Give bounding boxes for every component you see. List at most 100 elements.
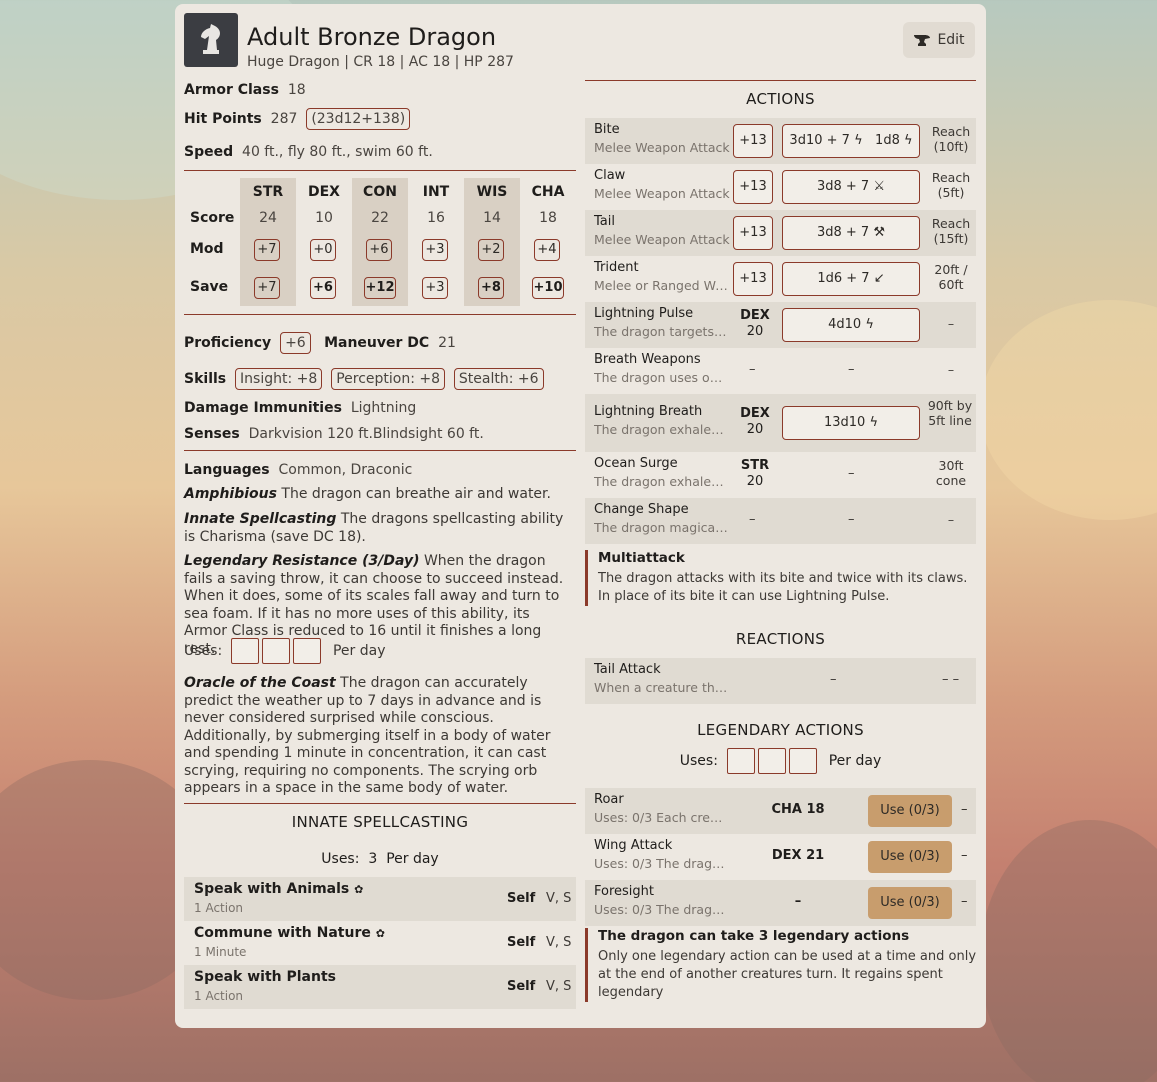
action-description: Melee Weapon Attack <box>594 232 730 247</box>
spell-row[interactable]: Commune with Nature ✿ 1 Minute Self V, S <box>184 921 576 965</box>
ability-mod-button[interactable]: +3 <box>422 239 448 261</box>
action-row[interactable]: Lightning Pulse The dragon targets one c… <box>585 302 976 348</box>
action-name: Lightning Pulse <box>594 306 694 321</box>
senses-label: Senses <box>184 426 240 442</box>
action-row[interactable]: Change Shape The dragon magically polymo… <box>585 498 976 544</box>
action-row[interactable]: Lightning Breath The dragon exhales ligh… <box>585 394 976 452</box>
lightning-icon: ϟ <box>854 133 863 148</box>
reaction-row[interactable]: Tail Attack When a creature the dragon c… <box>585 658 976 704</box>
attack-roll-button[interactable]: +13 <box>733 124 773 158</box>
damage-roll-button[interactable]: 13d10 ϟ <box>782 406 920 440</box>
legendary-action-name: Wing Attack <box>594 838 673 853</box>
trait-text: The dragon can accurately predict the we… <box>184 675 551 796</box>
armor-class-row: Armor Class 18 <box>184 82 306 98</box>
reaction-name: Tail Attack <box>594 662 661 677</box>
action-name: Trident <box>594 260 639 275</box>
skill-perception-button[interactable]: Perception: +8 <box>331 368 446 390</box>
legendary-action-row[interactable]: Foresight Uses: 0/3 The dragon focuses –… <box>585 880 976 926</box>
edit-label: Edit <box>937 32 965 48</box>
legendary-action-name: Foresight <box>594 884 654 899</box>
legendary-action-row[interactable]: Wing Attack Uses: 0/3 The dragon beats D… <box>585 834 976 880</box>
proficiency-label: Proficiency <box>184 335 272 351</box>
use-checkbox[interactable] <box>788 748 817 774</box>
ability-save-button[interactable]: +8 <box>478 277 504 299</box>
multiattack-title: Multiattack <box>598 550 685 566</box>
action-description: The dragon magically polymorphs <box>594 520 730 535</box>
multiattack-note: Multiattack The dragon attacks with its … <box>585 550 976 606</box>
spell-name-label: Speak with Animals <box>194 881 350 897</box>
languages-row: Languages Common, Draconic <box>184 462 412 478</box>
use-checkbox[interactable] <box>231 638 260 664</box>
action-row[interactable]: Trident Melee or Ranged Weapon Attack +1… <box>585 256 976 302</box>
action-row[interactable]: Tail Melee Weapon Attack +13 3d8 + 7 ⚒ R… <box>585 210 976 256</box>
damage-immunities-label: Damage Immunities <box>184 400 342 416</box>
use-checkbox[interactable] <box>726 748 755 774</box>
spell-casting-time: 1 Action <box>194 901 244 915</box>
divider <box>184 450 576 451</box>
ability-save-button[interactable]: +3 <box>422 277 448 299</box>
spell-row[interactable]: Speak with Animals ✿ 1 Action Self V, S <box>184 877 576 921</box>
empty-value: – <box>848 466 855 481</box>
use-button[interactable]: Use (0/3) <box>868 887 952 919</box>
use-button[interactable]: Use (0/3) <box>868 795 952 827</box>
trait-name: Oracle of the Coast <box>184 675 336 691</box>
edit-button[interactable]: Edit <box>903 22 975 58</box>
use-checkbox[interactable] <box>757 748 786 774</box>
ability-score: 18 <box>539 210 557 226</box>
empty-value: – <box>749 362 756 377</box>
proficiency-button[interactable]: +6 <box>280 332 311 354</box>
damage-roll-button[interactable]: 1d6 + 7 ↙ <box>782 262 920 296</box>
skill-insight-button[interactable]: Insight: +8 <box>235 368 323 390</box>
damage-roll-button[interactable]: 3d8 + 7 ⚔ <box>782 170 920 204</box>
damage-roll-button[interactable]: 3d10 + 7 ϟ 1d8 ϟ <box>782 124 920 158</box>
ability-mod-button[interactable]: +7 <box>254 239 280 261</box>
uses-label: Uses: <box>321 851 360 867</box>
attack-roll-button[interactable]: +13 <box>733 170 773 204</box>
damage-roll-button[interactable]: 4d10 ϟ <box>782 308 920 342</box>
ability-mod-button[interactable]: +2 <box>478 239 504 261</box>
action-row[interactable]: Ocean Surge The dragon exhales seawater … <box>585 452 976 498</box>
ability-name: CHA <box>531 184 565 200</box>
action-row[interactable]: Bite Melee Weapon Attack +13 3d10 + 7 ϟ … <box>585 118 976 164</box>
spell-components: V, S <box>546 935 572 950</box>
innate-spellcasting-title: INNATE SPELLCASTING <box>291 813 469 831</box>
empty-value: – <box>848 512 855 527</box>
ability-mod-button[interactable]: +6 <box>366 239 392 261</box>
use-button[interactable]: Use (0/3) <box>868 841 952 873</box>
damage-value: 13d10 <box>823 415 866 430</box>
ability-scores-table: Score Mod Save STR 24 +7 +7 DEX 10 +0 +6… <box>184 178 576 306</box>
portrait[interactable] <box>184 13 238 67</box>
lightning-icon: ϟ <box>865 317 874 332</box>
spell-name-label: Commune with Nature <box>194 925 371 941</box>
ability-mod-button[interactable]: +0 <box>310 239 336 261</box>
trait-name: Legendary Resistance (3/Day) <box>184 553 420 569</box>
legendary-action-row[interactable]: Roar Uses: 0/3 Each creature CHA 18 Use … <box>585 788 976 834</box>
ability-save-button[interactable]: +6 <box>310 277 336 299</box>
save-row-label: Save <box>190 279 229 295</box>
ability-save-button[interactable]: +10 <box>532 277 564 299</box>
save-dc: DEX 21 <box>771 848 825 863</box>
ability-column-int: INT 16 +3 +3 <box>408 178 464 306</box>
languages-value: Common, Draconic <box>278 462 413 478</box>
ability-save-button[interactable]: +7 <box>254 277 280 299</box>
use-checkbox[interactable] <box>262 638 291 664</box>
ability-save-button[interactable]: +12 <box>364 277 396 299</box>
per-day-label: Per day <box>332 643 386 659</box>
skill-stealth-button[interactable]: Stealth: +6 <box>453 368 544 390</box>
action-row[interactable]: Breath Weapons The dragon uses one of th… <box>585 348 976 394</box>
save-dc-value: 20 <box>746 422 764 437</box>
attack-roll-button[interactable]: +13 <box>733 216 773 250</box>
use-checkbox[interactable] <box>293 638 322 664</box>
hit-dice-button[interactable]: (23d12+138) <box>306 108 411 130</box>
trait-name: Amphibious <box>184 486 277 502</box>
reactions-title: REACTIONS <box>735 630 826 648</box>
ability-score: 10 <box>315 210 333 226</box>
lightning-icon: ϟ <box>869 415 879 430</box>
spell-row[interactable]: Speak with Plants 1 Action Self V, S <box>184 965 576 1009</box>
ability-mod-button[interactable]: +4 <box>534 239 560 261</box>
action-row[interactable]: Claw Melee Weapon Attack +13 3d8 + 7 ⚔ R… <box>585 164 976 210</box>
attack-roll-button[interactable]: +13 <box>733 262 773 296</box>
action-description: Melee Weapon Attack <box>594 186 730 201</box>
hit-points-value: 287 <box>270 111 298 127</box>
damage-roll-button[interactable]: 3d8 + 7 ⚒ <box>782 216 920 250</box>
